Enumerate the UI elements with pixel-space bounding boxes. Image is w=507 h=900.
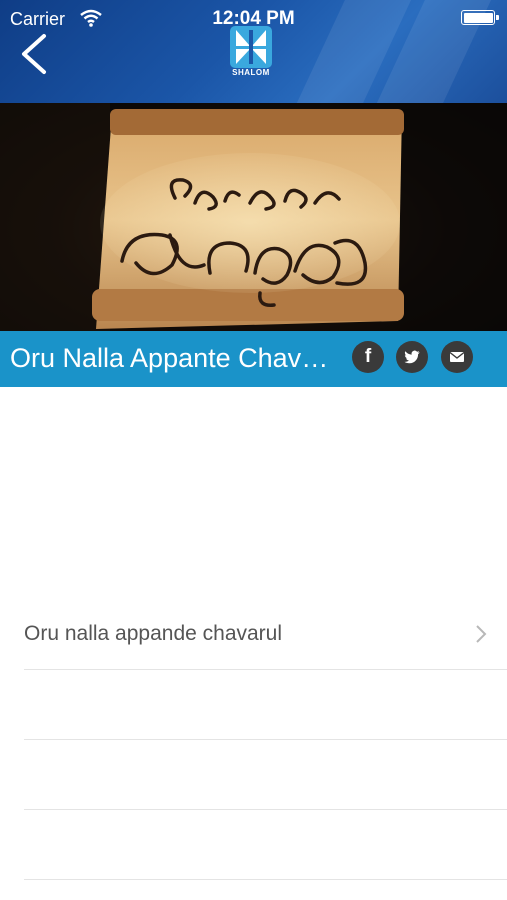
list-item[interactable]: Oru nalla appande chavarul: [24, 600, 507, 670]
scroll-artwork-icon: [0, 103, 507, 331]
show-banner-image: [0, 103, 507, 331]
title-bar: Oru Nalla Appante Chavarul f: [0, 331, 507, 387]
back-button[interactable]: [14, 30, 54, 78]
shalom-logo: SHALOM: [228, 26, 274, 78]
twitter-share-button[interactable]: [396, 341, 428, 373]
logo-text: SHALOM: [232, 68, 270, 77]
battery-icon: [461, 10, 499, 25]
page-title: Oru Nalla Appante Chavarul: [10, 343, 340, 373]
list-item[interactable]: [24, 740, 507, 810]
shalom-logo-icon: [230, 26, 272, 68]
app-header: Carrier 12:04 PM SHALOM: [0, 0, 507, 103]
facebook-icon: f: [364, 346, 372, 367]
list-item-label: Oru nalla appande chavarul: [24, 622, 283, 645]
email-share-button[interactable]: [441, 341, 473, 373]
twitter-icon: [404, 350, 420, 364]
email-icon: [449, 351, 465, 362]
list-item[interactable]: [24, 810, 507, 880]
facebook-share-button[interactable]: f: [352, 341, 384, 373]
chevron-right-icon: [476, 625, 487, 643]
list-item[interactable]: [24, 670, 507, 740]
